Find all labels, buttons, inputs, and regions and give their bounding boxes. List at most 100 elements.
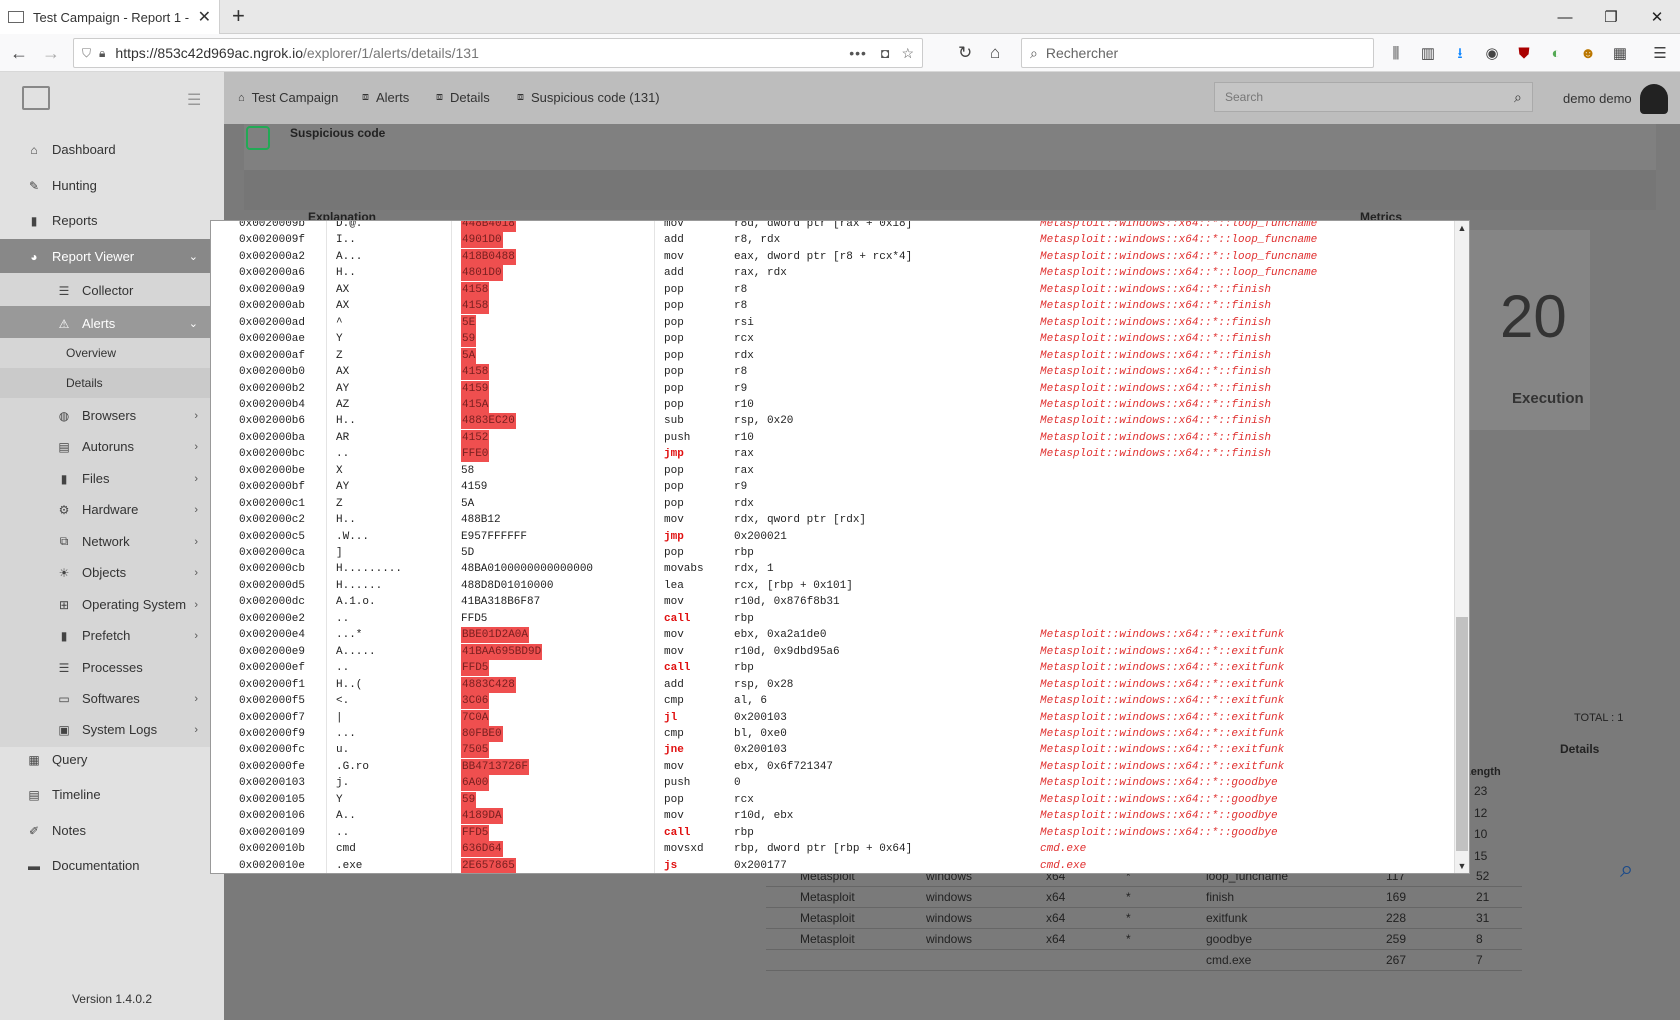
sidebar-item-timeline[interactable]: ▤ Timeline [0, 777, 224, 812]
disassembly-row[interactable]: 0x002000bc.. FFE0 jmp rax Metasploit::window… [211, 446, 1453, 463]
sidebar-item-softwares[interactable]: ▭ Softwares › [0, 681, 224, 716]
sidebar-item-operating-system[interactable]: ⊞ Operating System › [0, 587, 224, 622]
disassembly-row[interactable]: 0x002000f9... 80FBE0 cmp bl, 0xe0 Metasploit… [211, 725, 1453, 742]
restore-icon[interactable]: ❐ [1588, 0, 1634, 34]
disassembly-row[interactable]: 0x002000b0 AX 4158 pop r8 Metasploit::windows… [211, 364, 1453, 381]
disassembly-row[interactable]: 0x002000d5 H...... 488D8D01010000 lea rcx, [… [211, 578, 1453, 594]
account-icon[interactable]: ◉ [1482, 44, 1502, 64]
scrollbar-thumb[interactable] [1456, 617, 1468, 851]
reload-icon[interactable]: ↻ [958, 43, 972, 63]
sidebar-item-overview[interactable]: Overview [0, 338, 224, 368]
sidebar-item-report-viewer[interactable]: ◕ Report Viewer ⌄ [0, 239, 224, 274]
user-name[interactable]: demo demo [1563, 91, 1632, 106]
download-icon[interactable]: ⭳ [1450, 44, 1470, 64]
extension-icon[interactable]: ◐ [1546, 44, 1566, 64]
disassembly-row[interactable]: 0x002000be X 58 pop rax [211, 463, 1453, 479]
close-window-icon[interactable]: ✕ [1634, 0, 1680, 34]
disassembly-row[interactable]: 0x002000c5 .W... E957FFFFFF jmp 0x200021 [211, 529, 1453, 545]
sidebar-item-dashboard[interactable]: ⌂ Dashboard [0, 132, 224, 167]
disassembly-row[interactable]: 0x002000a6 H.. 4801D0 add rax, rdx Metasploit… [211, 265, 1453, 282]
sidebar-item-files[interactable]: ▮ Files › [0, 461, 224, 496]
page-actions-icon[interactable]: ••• [849, 45, 867, 61]
magnifier-icon[interactable]: ⌕ [1620, 856, 1633, 884]
disassembly-row[interactable]: 0x002000c2 H.. 488B12 mov rdx, qword ptr [rd… [211, 512, 1453, 528]
disassembly-row[interactable]: 0x002000ef.. FFD5 call rbp Metasploit::windo… [211, 660, 1453, 677]
disassembly-row[interactable]: 0x00200106 A.. 4189DA mov r10d, ebx Metasploi… [211, 808, 1453, 825]
url-bar[interactable]: ⛉ 🔒︎ https://853c42d969ac.ngrok.io/explo… [73, 38, 923, 68]
disassembly-row[interactable]: 0x002000b2 AY 4159 pop r9 Metasploit::windows… [211, 380, 1453, 397]
sidebar-item-browsers[interactable]: ◍ Browsers › [0, 398, 224, 433]
library-icon[interactable]: ⫼ [1386, 44, 1406, 64]
bookmark-star-icon[interactable]: ☆ [901, 45, 914, 62]
disassembly-row[interactable]: 0x002000af Z 5A pop rdx Metasploit::windows::… [211, 347, 1453, 364]
disassembly-row[interactable]: 0x002000ad ^ 5E pop rsi Metasploit::windows::… [211, 314, 1453, 331]
back-icon[interactable]: ← [10, 43, 28, 63]
sidebar-item-network[interactable]: ⧉ Network › [0, 524, 224, 559]
disassembly-row[interactable]: 0x002000f7 | 7C0A jl 0x200103 Metasploit::win… [211, 709, 1453, 726]
disassembly-row[interactable]: 0x0020010b cmd 636D64 movsxd rbp, dword ptr … [211, 841, 1453, 858]
browser-tab[interactable]: Test Campaign - Report 1 - Aler ✕ [0, 0, 220, 34]
sidebar-toggle-icon[interactable]: ▥ [1418, 44, 1438, 64]
scroll-up-icon[interactable]: ▲ [1456, 223, 1468, 233]
sidebar-item-prefetch[interactable]: ▮ Prefetch › [0, 618, 224, 653]
page-icon [8, 11, 24, 23]
breadcrumb-item-alerts[interactable]: ⧈ Alerts [362, 90, 409, 105]
avatar[interactable] [1640, 84, 1668, 114]
menu-icon[interactable]: ☰ [1650, 44, 1670, 64]
disassembly-row[interactable]: 0x002000a2 A... 418B0488 mov eax, dword ptr … [211, 248, 1453, 265]
sidebar-item-hardware[interactable]: ⚙ Hardware › [0, 492, 224, 527]
disassembly-row[interactable]: 0x002000ba AR 4152 push r10 Metasploit::windo… [211, 429, 1453, 446]
sidebar-item-notes[interactable]: ✐ Notes [0, 813, 224, 848]
sidebar-item-autoruns[interactable]: ▤ Autoruns › [0, 429, 224, 464]
search-input[interactable]: Search [1214, 82, 1533, 112]
disassembly-row[interactable]: 0x002000fe .G.ro BB4713726F mov ebx, 0x6f721… [211, 758, 1453, 775]
disassembly-row[interactable]: 0x002000a9 AX 4158 pop r8 Metasploit::windows… [211, 281, 1453, 298]
disassembly-row[interactable]: 0x002000ae Y 59 pop rcx Metasploit::windows::… [211, 331, 1453, 348]
ublock-icon[interactable]: ⛊ [1514, 44, 1534, 64]
disassembly-row[interactable]: 0x00200109.. FFD5 call rbp Metasploit::windo… [211, 824, 1453, 841]
disassembly-row[interactable]: 0x002000f1 H..(4883C428 add rsp, 0x28 Metasp… [211, 676, 1453, 693]
disassembly-row[interactable]: 0x002000cb H......... 48BA0100000000000000… [211, 561, 1453, 577]
breadcrumb-item-campaign[interactable]: ⌂ Test Campaign [238, 90, 338, 105]
disassembly-row[interactable]: 0x002000dc A.1.o. 41BA318B6F87 mov r10d, 0x8… [211, 594, 1453, 610]
disassembly-row[interactable]: 0x00200103 j. 6A00 push 0 Metasploit::windows… [211, 775, 1453, 792]
disassembly-row[interactable]: 0x00200105 Y 59 pop rcx Metasploit::windows::… [211, 791, 1453, 808]
disassembly-row[interactable]: 0x002000ab AX 4158 pop r8 Metasploit::windows… [211, 298, 1453, 315]
extension-bars-icon[interactable]: ▦ [1610, 44, 1630, 64]
sidebar-item-details[interactable]: Details [0, 368, 224, 398]
sidebar-item-objects[interactable]: ☀ Objects › [0, 555, 224, 590]
disassembly-row[interactable]: 0x002000bf AY 4159 pop r9 [211, 479, 1453, 495]
sidebar-item-alerts[interactable]: ⚠ Alerts ⌄ [0, 306, 224, 341]
sidebar-item-hunting[interactable]: ✎ Hunting [0, 168, 224, 203]
disassembly-row[interactable]: 0x002000e2.. FFD5 call rbp [211, 611, 1453, 627]
sidebar-item-reports[interactable]: ▮ Reports [0, 203, 224, 238]
disassembly-row[interactable]: 0x002000b4 AZ 415A pop r10 Metasploit::window… [211, 396, 1453, 413]
disassembly-row[interactable]: 0x002000e4 ...* BBE01D2A0A mov ebx, 0xa2a1de… [211, 627, 1453, 644]
mnemonic-cell: mov [664, 760, 684, 773]
collapse-menu-icon[interactable]: ☰ [187, 90, 201, 110]
disassembly-row[interactable]: 0x002000ca] 5D pop rbp [211, 545, 1453, 561]
sidebar-item-collector[interactable]: ☰ Collector [0, 273, 224, 308]
close-tab-icon[interactable]: ✕ [198, 7, 211, 27]
disassembly-row[interactable]: 0x0020010e .exe 2E657865 js 0x200177 cmd.exe [211, 857, 1453, 873]
forward-icon[interactable]: → [42, 43, 60, 63]
home-icon[interactable]: ⌂ [990, 43, 1000, 63]
disassembly-row[interactable]: 0x002000b6 H.. 4883EC20 sub rsp, 0x20 Metaspl… [211, 413, 1453, 430]
sidebar-item-processes[interactable]: ☰ Processes [0, 650, 224, 685]
pocket-icon[interactable]: ◘ [881, 45, 889, 61]
disassembly-row[interactable]: 0x0020009f I.. 4901D0 add r8, rdx Metasploit:… [211, 232, 1453, 249]
minimize-icon[interactable]: — [1542, 0, 1588, 34]
disassembly-row[interactable]: 0x002000c1 Z 5A pop rdx [211, 496, 1453, 512]
browser-search-input[interactable]: ⌕ Rechercher [1021, 38, 1374, 68]
disassembly-row[interactable]: 0x002000fc u. 7505 jne 0x200103 Metasploit::w… [211, 742, 1453, 759]
sidebar-item-documentation[interactable]: ▬ Documentation [0, 848, 224, 883]
scroll-down-icon[interactable]: ▼ [1456, 861, 1468, 871]
disassembly-row[interactable]: 0x002000f5 <. 3C06 cmp al, 6 Metasploit::wind… [211, 693, 1453, 710]
new-tab-icon[interactable]: + [232, 4, 245, 28]
search-icon[interactable]: ⌕ [1514, 89, 1522, 106]
disassembly-row[interactable]: 0x0020009b D.@. 448B4018 mov r8d, dword ptr … [211, 221, 1453, 232]
disassembly-row[interactable]: 0x002000e9 A..... 41BAA695BD9D mov r10d, 0x9… [211, 643, 1453, 660]
breadcrumb-item-details[interactable]: ⧈ Details [436, 90, 490, 105]
sidebar-item-query[interactable]: ▦ Query [0, 742, 224, 777]
tampermonkey-icon[interactable]: ☻ [1578, 44, 1598, 64]
